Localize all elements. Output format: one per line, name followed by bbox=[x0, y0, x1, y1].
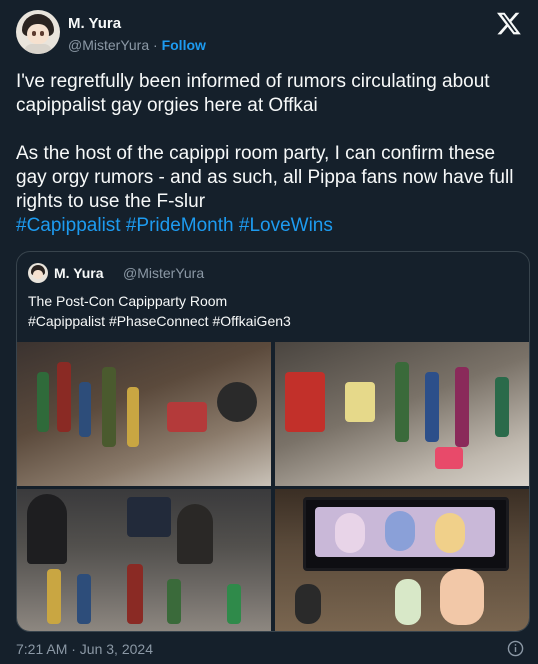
author-handle-line: @MisterYura · Follow bbox=[68, 37, 206, 53]
follow-button[interactable]: Follow bbox=[162, 37, 206, 53]
tweet-paragraph-1: I've regretfully been informed of rumors… bbox=[16, 71, 495, 116]
quoted-text-line-2: #Capippalist #PhaseConnect #OffkaiGen3 bbox=[28, 313, 291, 329]
author-avatar[interactable] bbox=[16, 10, 60, 54]
tweet-header: M. Yura @MisterYura · Follow bbox=[16, 10, 522, 56]
x-logo-icon[interactable] bbox=[496, 10, 522, 36]
quoted-author-handle: @MisterYura bbox=[123, 265, 205, 281]
photo-party-table-bottles[interactable] bbox=[17, 342, 271, 486]
author-handle[interactable]: @MisterYura bbox=[68, 37, 149, 53]
quoted-avatar bbox=[28, 263, 48, 283]
quoted-tweet[interactable]: M. Yura @MisterYura The Post-Con Capippa… bbox=[16, 251, 530, 632]
quoted-text-line-1: The Post-Con Capipparty Room bbox=[28, 293, 228, 309]
hashtag-link[interactable]: #Capippalist bbox=[16, 215, 121, 236]
photo-grid bbox=[17, 342, 529, 631]
tweet-paragraph-2: As the host of the capippi room party, I… bbox=[16, 143, 519, 212]
author-name[interactable]: M. Yura bbox=[68, 15, 121, 32]
hashtag-link[interactable]: #LoveWins bbox=[239, 215, 333, 236]
photo-party-table-cups[interactable] bbox=[275, 342, 529, 486]
quoted-author-name: M. Yura bbox=[54, 265, 104, 281]
tweet-timestamp[interactable]: 7:21 AM · Jun 3, 2024 bbox=[16, 641, 153, 657]
hashtag-link[interactable]: #PrideMonth bbox=[126, 215, 234, 236]
tweet-body: I've regretfully been informed of rumors… bbox=[16, 70, 526, 238]
info-icon[interactable] bbox=[507, 640, 524, 657]
photo-party-tv-figures[interactable] bbox=[275, 489, 529, 631]
separator-dot: · bbox=[153, 37, 158, 53]
quoted-text: The Post-Con Capipparty Room #Capippalis… bbox=[28, 291, 508, 331]
photo-party-crowd[interactable] bbox=[17, 489, 271, 631]
